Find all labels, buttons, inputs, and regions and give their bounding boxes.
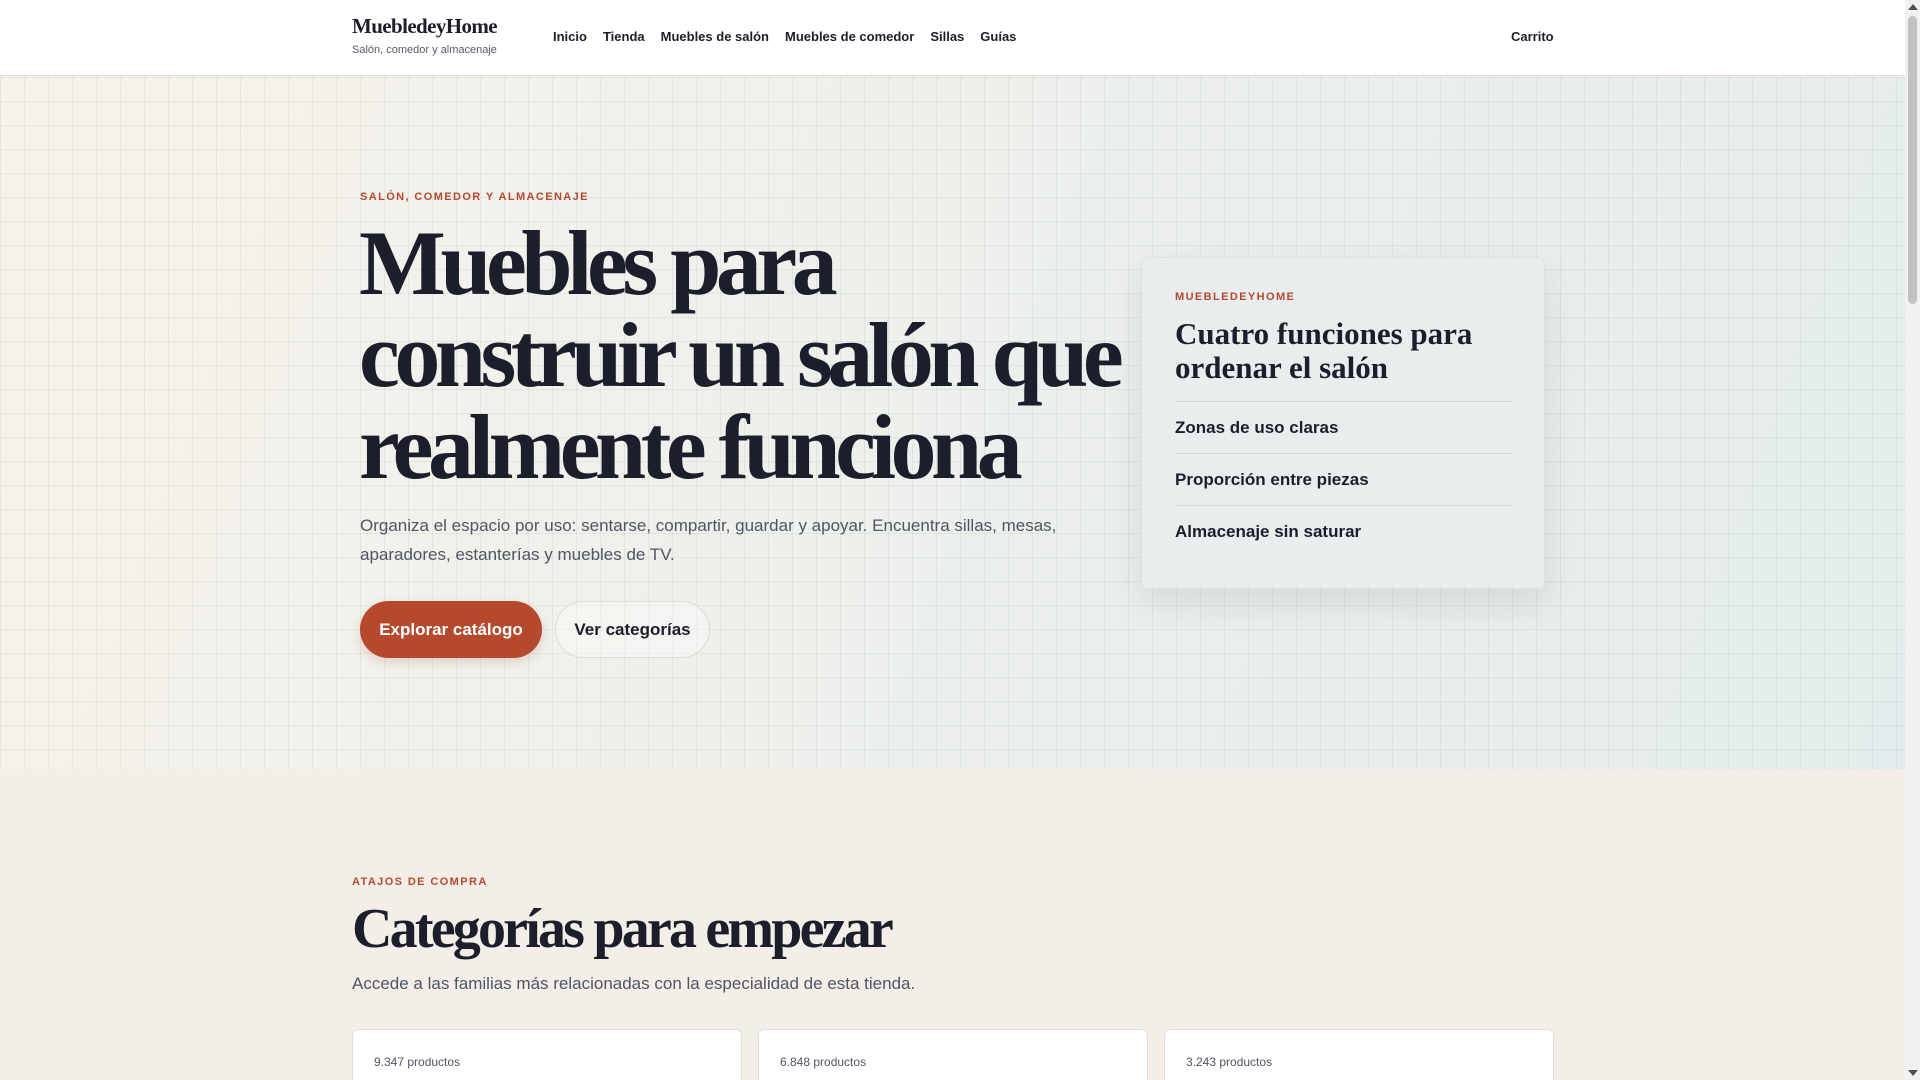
category-card[interactable]: 6.848 productos <box>758 1029 1148 1080</box>
hero-eyebrow: SALÓN, COMEDOR Y ALMACENAJE <box>360 191 589 203</box>
category-card[interactable]: 9.347 productos <box>352 1029 742 1080</box>
category-product-count: 3.243 productos <box>1186 1055 1273 1069</box>
categories-description: Accede a las familias más relacionadas c… <box>352 974 916 993</box>
feature-list: Zonas de uso claras Proporción entre pie… <box>1175 401 1512 557</box>
nav-item-tienda[interactable]: Tienda <box>603 29 645 44</box>
category-product-count: 9.347 productos <box>374 1055 461 1069</box>
brand-tagline: Salón, comedor y almacenaje <box>352 44 497 56</box>
feature-item: Zonas de uso claras <box>1175 401 1512 453</box>
feature-item: Proporción entre piezas <box>1175 453 1512 505</box>
nav-item-guias[interactable]: Guías <box>980 29 1016 44</box>
nav-item-muebles-de-salon[interactable]: Muebles de salón <box>661 29 769 44</box>
brand-name: MuebledeyHome <box>352 14 498 38</box>
page-scrollbar[interactable] <box>1905 0 1920 1080</box>
site-header: MuebledeyHome Salón, comedor y almacenaj… <box>0 0 1905 76</box>
hero-section: SALÓN, COMEDOR Y ALMACENAJE Muebles para… <box>0 77 1905 769</box>
scroll-up-arrow-icon[interactable] <box>1908 4 1918 10</box>
category-cards: 9.347 productos 6.848 productos 3.243 pr… <box>352 1029 1554 1080</box>
nav-item-sillas[interactable]: Sillas <box>930 29 964 44</box>
feature-card-eyebrow: MUEBLEDEYHOME <box>1175 291 1296 303</box>
categories-eyebrow: ATAJOS DE COMPRA <box>352 876 488 888</box>
category-card[interactable]: 3.243 productos <box>1164 1029 1554 1080</box>
feature-card-title: Cuatro funciones para ordenar el salón <box>1175 316 1473 385</box>
scroll-down-arrow-icon[interactable] <box>1908 1070 1918 1076</box>
categories-title: Categorías para empezar <box>352 898 894 960</box>
explore-catalog-button[interactable]: Explorar catálogo <box>360 601 542 658</box>
nav-item-inicio[interactable]: Inicio <box>553 29 587 44</box>
view-categories-button[interactable]: Ver categorías <box>555 601 710 658</box>
category-product-count: 6.848 productos <box>780 1055 867 1069</box>
brand-logo-link[interactable]: MuebledeyHome Salón, comedor y almacenaj… <box>352 14 498 56</box>
feature-card: MUEBLEDEYHOME Cuatro funciones para orde… <box>1141 257 1545 589</box>
nav-item-muebles-de-comedor[interactable]: Muebles de comedor <box>785 29 914 44</box>
scrollbar-thumb[interactable] <box>1908 16 1917 304</box>
hero-title: Muebles para construir un salón que real… <box>359 212 1124 498</box>
cart-link[interactable]: Carrito <box>1511 29 1554 44</box>
hero-description: Organiza el espacio por uso: sentarse, c… <box>360 516 1057 564</box>
feature-item: Almacenaje sin saturar <box>1175 505 1512 557</box>
main-nav: Inicio Tienda Muebles de salón Muebles d… <box>553 29 1016 44</box>
